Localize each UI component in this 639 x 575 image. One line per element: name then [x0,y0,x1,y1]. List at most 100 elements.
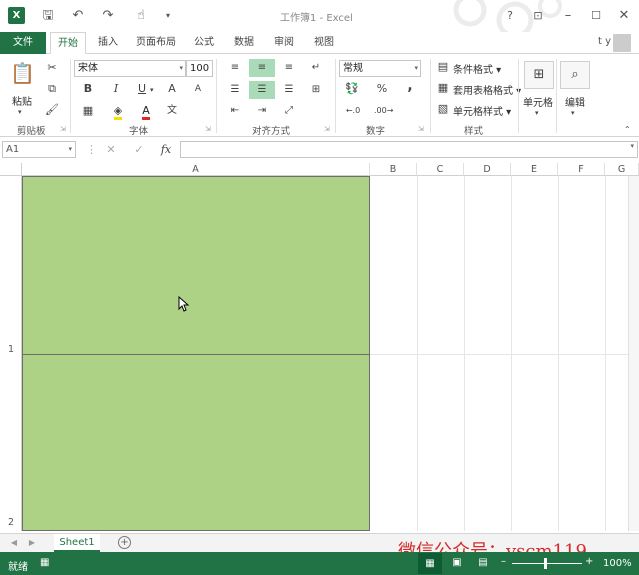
editing-dropdown-icon[interactable]: ▾ [571,106,575,120]
row-header-1[interactable]: 1 [0,176,22,355]
zoom-in-icon[interactable]: + [585,556,593,567]
number-launcher-icon[interactable]: ⇲ [418,125,424,133]
avatar[interactable] [613,34,631,52]
column-header-g[interactable]: G [605,163,639,176]
sheet-tab[interactable]: Sheet1 [54,534,100,552]
maximize-icon[interactable]: ☐ [586,7,606,25]
cells-icon[interactable]: ⊞ [524,61,554,89]
name-box[interactable]: A1 ▾ [2,141,76,158]
number-format-combo[interactable]: 常规 ▾ [339,60,421,77]
align-left-button[interactable]: ☰ [222,81,248,99]
prev-sheet-icon[interactable]: ◀ [8,536,20,550]
format-painter-icon[interactable]: 🖌 [44,103,60,117]
row-header-2[interactable]: 2 [0,354,22,531]
tab-view[interactable]: 视图 [306,32,342,54]
zoom-level[interactable]: 100% [603,558,632,569]
macro-record-icon[interactable]: ▦ [40,557,49,568]
increase-decimal-icon[interactable]: ←.0 [344,104,362,118]
font-color-button[interactable]: A [138,104,154,120]
zoom-slider[interactable] [512,563,582,564]
align-top-button[interactable]: ≡ [222,59,248,77]
ribbon-display-icon[interactable]: ⊡ [528,7,548,25]
tab-home[interactable]: 开始 [50,32,86,54]
zoom-slider-thumb[interactable] [544,558,547,569]
insert-function-button[interactable]: fx [158,143,174,157]
paste-icon[interactable]: 📋 [10,61,35,85]
expand-formula-icon[interactable]: ▾ [630,142,634,150]
underline-dropdown-icon[interactable]: ▾ [150,83,154,97]
tab-file[interactable]: 文件 [0,32,46,54]
column-header-a[interactable]: A [22,163,370,176]
cancel-icon[interactable]: ✕ [104,143,118,157]
comma-button[interactable]: , [402,79,418,93]
next-sheet-icon[interactable]: ▶ [26,536,38,550]
user-name[interactable]: t y [598,36,611,47]
cell-a2[interactable] [22,354,370,531]
phonetic-button[interactable]: 文 [164,104,180,118]
decrease-indent-button[interactable]: ⇤ [222,102,248,120]
format-as-table-button[interactable]: 套用表格格式 ▾ [453,82,521,97]
increase-indent-button[interactable]: ⇥ [249,102,275,120]
undo-icon[interactable]: ↶ [68,7,88,25]
italic-button[interactable]: I [108,82,124,96]
align-middle-button[interactable]: ≡ [249,59,275,77]
paste-dropdown-icon[interactable]: ▾ [18,105,22,119]
copy-icon[interactable]: ⧉ [44,82,60,96]
select-all-corner[interactable] [0,163,22,176]
minimize-icon[interactable]: – [558,7,578,25]
border-icon[interactable]: ▦ [80,104,96,118]
worksheet-grid[interactable]: A B C D E F G 1 2 [0,163,639,531]
tab-formulas[interactable]: 公式 [186,32,222,54]
font-size-combo[interactable]: 100 [186,60,213,77]
grow-font-button[interactable]: A [164,82,180,96]
collapse-ribbon-icon[interactable]: ⌃ [624,123,631,137]
clipboard-launcher-icon[interactable]: ⇲ [60,125,66,133]
enter-icon[interactable]: ✓ [132,143,146,157]
conditional-format-button[interactable]: 条件格式 ▾ [453,61,501,76]
column-header-d[interactable]: D [464,163,511,176]
formula-input[interactable]: ▾ [180,141,638,158]
underline-button[interactable]: U [134,82,150,96]
column-header-f[interactable]: F [558,163,605,176]
save-icon[interactable]: 🖫 [38,7,58,25]
wrap-text-button[interactable]: ↵ [303,59,329,77]
touch-mode-icon[interactable]: ☝ [130,7,152,25]
currency-icon[interactable]: 💱 [344,82,360,96]
paste-button[interactable]: 粘贴 [12,93,32,108]
column-header-e[interactable]: E [511,163,558,176]
orientation-button[interactable]: ⤢ [276,102,302,120]
redo-icon[interactable]: ↷ [98,7,118,25]
decrease-decimal-icon[interactable]: .00→ [374,104,393,118]
customize-qat-icon[interactable]: ▾ [158,7,178,25]
tab-review[interactable]: 审阅 [266,32,302,54]
cell-a1[interactable] [22,176,370,355]
editing-button[interactable]: 编辑 [565,94,585,109]
vertical-scrollbar[interactable] [628,176,639,531]
close-icon[interactable]: ✕ [614,7,634,25]
percent-button[interactable]: % [374,82,390,96]
merge-center-button[interactable]: ⊞ [303,81,329,99]
bold-button[interactable]: B [80,82,96,96]
tab-data[interactable]: 数据 [226,32,262,54]
page-break-view-icon[interactable]: ▤ [474,557,492,568]
font-launcher-icon[interactable]: ⇲ [205,125,211,133]
add-sheet-icon[interactable]: + [118,536,131,549]
cut-icon[interactable]: ✂ [44,61,60,75]
page-layout-view-icon[interactable]: ▣ [448,557,466,568]
tab-insert[interactable]: 插入 [90,32,126,54]
fill-color-icon[interactable]: ◈ [110,104,126,120]
align-center-button[interactable]: ☰ [249,81,275,99]
zoom-out-icon[interactable]: – [501,556,506,567]
cells-dropdown-icon[interactable]: ▾ [535,106,539,120]
tab-page-layout[interactable]: 页面布局 [132,32,180,54]
binoculars-icon[interactable]: ⌕ [560,61,590,89]
column-header-c[interactable]: C [417,163,464,176]
column-header-b[interactable]: B [370,163,417,176]
normal-view-icon[interactable]: ▦ [418,553,442,574]
alignment-launcher-icon[interactable]: ⇲ [324,125,330,133]
align-bottom-button[interactable]: ≡ [276,59,302,77]
font-name-combo[interactable]: 宋体 ▾ [74,60,186,77]
shrink-font-button[interactable]: A [190,82,206,96]
align-right-button[interactable]: ☰ [276,81,302,99]
help-icon[interactable]: ? [500,7,520,25]
